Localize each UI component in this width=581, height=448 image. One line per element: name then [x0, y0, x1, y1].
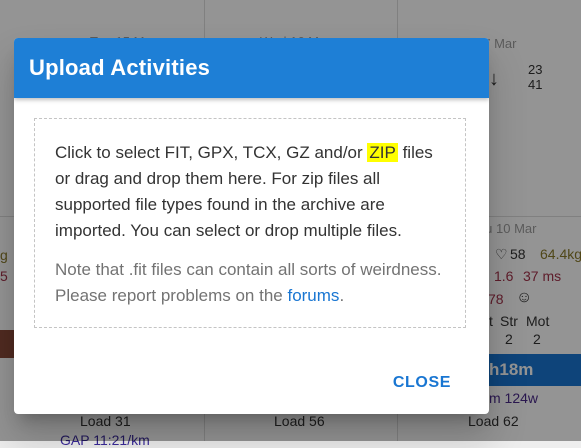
instructions-text: Click to select FIT, GPX, TCX, GZ and/or	[55, 143, 368, 162]
file-drop-zone[interactable]: Click to select FIT, GPX, TCX, GZ and/or…	[34, 118, 466, 328]
dialog-title: Upload Activities	[29, 55, 211, 80]
dialog-header: Upload Activities	[14, 38, 489, 98]
upload-instructions: Click to select FIT, GPX, TCX, GZ and/or…	[55, 140, 444, 244]
zip-highlight: ZIP	[367, 143, 398, 162]
note-text: .	[339, 286, 345, 305]
forums-link[interactable]: forums	[287, 286, 339, 305]
fit-files-note: Note that .fit files can contain all sor…	[55, 257, 444, 309]
upload-dialog: Upload Activities Click to select FIT, G…	[14, 38, 489, 414]
close-button[interactable]: CLOSE	[393, 374, 451, 392]
note-text: Note that .fit files can contain all sor…	[55, 260, 442, 305]
